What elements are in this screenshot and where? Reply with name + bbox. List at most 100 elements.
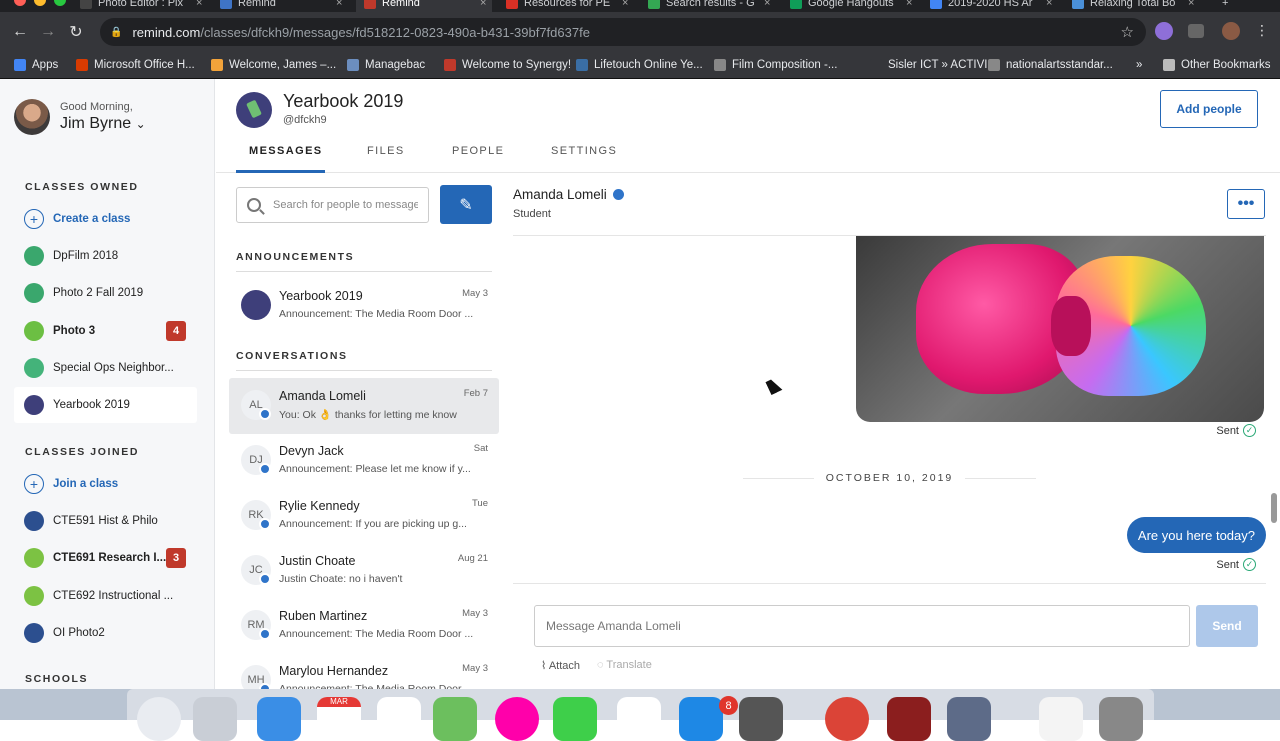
bookmark-item[interactable]: Lifetouch Online Ye... xyxy=(576,59,703,71)
message-photo[interactable] xyxy=(856,236,1264,422)
sidebar-item-class[interactable]: CTE591 Hist & Philo xyxy=(14,503,197,539)
greeting: Good Morning, xyxy=(60,101,133,113)
plus-icon: + xyxy=(24,209,44,229)
safari-icon[interactable] xyxy=(257,697,301,741)
window-control-icon[interactable] xyxy=(34,0,46,6)
close-icon[interactable]: × xyxy=(622,0,628,9)
close-icon[interactable]: × xyxy=(196,0,202,9)
create-class-label: Create a class xyxy=(53,213,131,225)
class-icon xyxy=(24,585,44,606)
sidebar-item-label: Photo 3 xyxy=(53,324,96,337)
back-icon[interactable]: ← xyxy=(6,23,34,41)
new-tab-button[interactable]: + xyxy=(1214,0,1228,12)
forward-icon[interactable]: → xyxy=(34,23,62,41)
browser-tab[interactable]: Google Hangouts × xyxy=(782,0,918,12)
bookmark-item[interactable]: Sisler ICT » ACTIVI... xyxy=(870,59,997,71)
menu-icon[interactable]: ⋮ xyxy=(1248,22,1276,39)
close-icon[interactable]: × xyxy=(1188,0,1194,9)
conversation-item[interactable]: RM Ruben Martinez May 3 Announcement: The M… xyxy=(229,598,499,654)
conversation-item[interactable]: MH Marylou Hernandez May 3 Announcement: Th… xyxy=(229,653,499,689)
message-thread[interactable]: Sent ✓ OCTOBER 10, 2019 Are you here toda… xyxy=(513,235,1266,584)
reminders-icon[interactable] xyxy=(377,697,421,741)
bookmark-item[interactable]: Microsoft Office H... xyxy=(76,59,195,71)
launchpad-icon[interactable] xyxy=(193,697,237,741)
scrollbar[interactable] xyxy=(1271,493,1277,523)
photos-icon[interactable] xyxy=(495,697,539,741)
create-class-link[interactable]: + Create a class xyxy=(14,201,197,237)
extension-icon[interactable] xyxy=(1155,22,1173,40)
bookmark-item[interactable]: Welcome, James –... xyxy=(211,59,336,71)
conversation-date: Sat xyxy=(473,443,488,454)
bookmark-star-icon[interactable]: ☆ xyxy=(1121,23,1134,41)
tab-messages[interactable]: MESSAGES xyxy=(249,145,323,157)
user-menu[interactable]: Good Morning, Jim Byrne ⌄ xyxy=(14,99,146,135)
sidebar-item-class[interactable]: OI Photo2 xyxy=(14,615,197,651)
compose-button[interactable]: ✎ xyxy=(440,185,492,224)
conversation-name: Rylie Kennedy xyxy=(279,499,360,513)
sidebar-item-class[interactable]: Special Ops Neighbor... xyxy=(14,350,197,386)
sidebar-item-label: CTE591 Hist & Philo xyxy=(53,515,158,527)
messages-icon[interactable] xyxy=(553,697,597,741)
document-icon[interactable] xyxy=(1039,697,1083,741)
sidebar-item-class[interactable]: DpFilm 2018 xyxy=(14,238,197,274)
system-preferences-icon[interactable] xyxy=(739,697,783,741)
media-control-icon[interactable] xyxy=(1188,24,1204,38)
music-icon[interactable] xyxy=(617,697,661,741)
browser-tab[interactable]: Relaxing Total Bo × xyxy=(1064,0,1200,12)
window-control-icon[interactable] xyxy=(14,0,26,6)
chrome-icon[interactable] xyxy=(825,697,869,741)
bookmark-item[interactable]: Film Composition -... xyxy=(714,59,837,71)
trash-icon[interactable] xyxy=(1099,697,1143,741)
close-icon[interactable]: × xyxy=(480,0,486,9)
add-people-button[interactable]: Add people xyxy=(1160,90,1258,128)
browser-tab[interactable]: Remind × xyxy=(212,0,348,12)
tab-people[interactable]: PEOPLE xyxy=(452,145,504,157)
conversation-item[interactable]: JC Justin Choate Aug 21 Justin Choate: no i… xyxy=(229,543,499,599)
attach-button[interactable]: ⌇ Attach xyxy=(541,659,580,672)
other-bookmarks[interactable]: Other Bookmarks xyxy=(1163,59,1270,71)
url-bar[interactable]: 🔒 remind.com/classes/dfckh9/messages/fd5… xyxy=(100,18,1146,46)
bookmark-item[interactable]: Managebac xyxy=(347,59,425,71)
tab-title: Remind xyxy=(382,0,420,9)
join-class-link[interactable]: + Join a class xyxy=(14,466,197,502)
browser-tab[interactable]: Photo Editor : Pix × xyxy=(72,0,208,12)
search-input[interactable]: Search for people to message xyxy=(236,187,429,223)
sidebar-item-class[interactable]: Yearbook 2019 xyxy=(14,387,197,424)
sidebar-item-class[interactable]: Photo 3 4 xyxy=(14,313,197,349)
send-button[interactable]: Send xyxy=(1196,605,1258,647)
sidebar-item-class[interactable]: CTE692 Instructional ... xyxy=(14,578,197,614)
browser-tab[interactable]: Search results - G × xyxy=(640,0,776,12)
more-options-button[interactable]: ••• xyxy=(1227,189,1265,219)
close-icon[interactable]: × xyxy=(906,0,912,9)
maps-icon[interactable] xyxy=(433,697,477,741)
tab-settings[interactable]: SETTINGS xyxy=(551,145,617,157)
browser-tab[interactable]: 2019-2020 HS Ar × xyxy=(922,0,1058,12)
browser-tab[interactable]: Resources for PE × xyxy=(498,0,634,12)
window-control-icon[interactable] xyxy=(54,0,66,6)
translate-button[interactable]: ◌ Translate xyxy=(597,659,652,671)
screen-saver-icon[interactable] xyxy=(947,697,991,741)
conversation-item[interactable]: DJ Devyn Jack Sat Announcement: Please let … xyxy=(229,433,499,489)
close-icon[interactable]: × xyxy=(1046,0,1052,9)
sidebar-item-class[interactable]: Photo 2 Fall 2019 xyxy=(14,275,197,311)
announcement-item[interactable]: Yearbook 2019 May 3 Announcement: The Me… xyxy=(229,278,499,334)
close-icon[interactable]: × xyxy=(764,0,770,9)
message-input[interactable]: Message Amanda Lomeli xyxy=(534,605,1190,647)
conversation-item[interactable]: RK Rylie Kennedy Tue Announcement: If you a… xyxy=(229,488,499,544)
thread-contact-name[interactable]: Amanda Lomeli xyxy=(513,187,607,202)
browser-tab[interactable]: Remind × xyxy=(356,0,492,12)
bookmark-item[interactable]: nationalartsstandar... xyxy=(988,59,1113,71)
bookmark-item[interactable]: Welcome to Synergy! xyxy=(444,59,571,71)
close-icon[interactable]: × xyxy=(336,0,342,9)
reload-icon[interactable]: ↻ xyxy=(62,22,90,42)
dictionary-icon[interactable] xyxy=(887,697,931,741)
sidebar-item-class[interactable]: CTE691 Research I... 3 xyxy=(14,540,197,576)
tab-files[interactable]: FILES xyxy=(367,145,405,157)
bookmarks-overflow-button[interactable]: » xyxy=(1136,59,1142,71)
finder-icon[interactable] xyxy=(137,697,181,741)
conversation-item[interactable]: AL Amanda Lomeli Feb 7 You: Ok 👌 thanks for… xyxy=(229,378,499,434)
bookmark-item[interactable]: Apps xyxy=(14,59,58,71)
profile-avatar[interactable] xyxy=(1222,22,1240,40)
message-bubble[interactable]: Are you here today? xyxy=(1126,517,1266,553)
app-store-icon[interactable] xyxy=(679,697,723,741)
